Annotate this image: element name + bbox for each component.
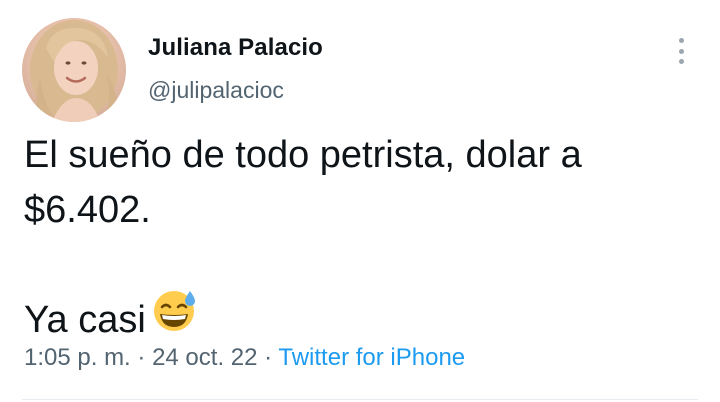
tweet-line: El sueño de todo petrista, dolar a — [24, 134, 582, 176]
tweet-line-text: Ya casi — [24, 299, 146, 341]
more-dot — [678, 38, 684, 43]
tweet-source-link[interactable]: Twitter for iPhone — [278, 344, 465, 371]
paragraph-break — [24, 238, 684, 293]
grinning-face-with-sweat-icon — [152, 287, 198, 349]
tweet-line: $6.402. — [24, 189, 151, 231]
separator: · — [130, 344, 153, 371]
more-dot — [678, 59, 684, 64]
tweet-date[interactable]: 24 oct. 22 — [152, 344, 257, 371]
tweet-line: Ya casi — [24, 290, 684, 349]
username[interactable]: @julipalacioc — [148, 77, 284, 104]
avatar[interactable] — [22, 18, 126, 122]
divider — [22, 399, 698, 400]
display-name[interactable]: Juliana Palacio — [148, 34, 323, 62]
tweet-time[interactable]: 1:05 p. m. — [24, 344, 131, 371]
tweet-meta: 1:05 p. m. · 24 oct. 22 · Twitter for iP… — [24, 344, 465, 372]
more-options-icon[interactable] — [668, 36, 694, 66]
tweet-text: El sueño de todo petrista, dolar a $6.40… — [24, 128, 684, 349]
more-dot — [678, 48, 684, 54]
separator: · — [257, 344, 279, 371]
